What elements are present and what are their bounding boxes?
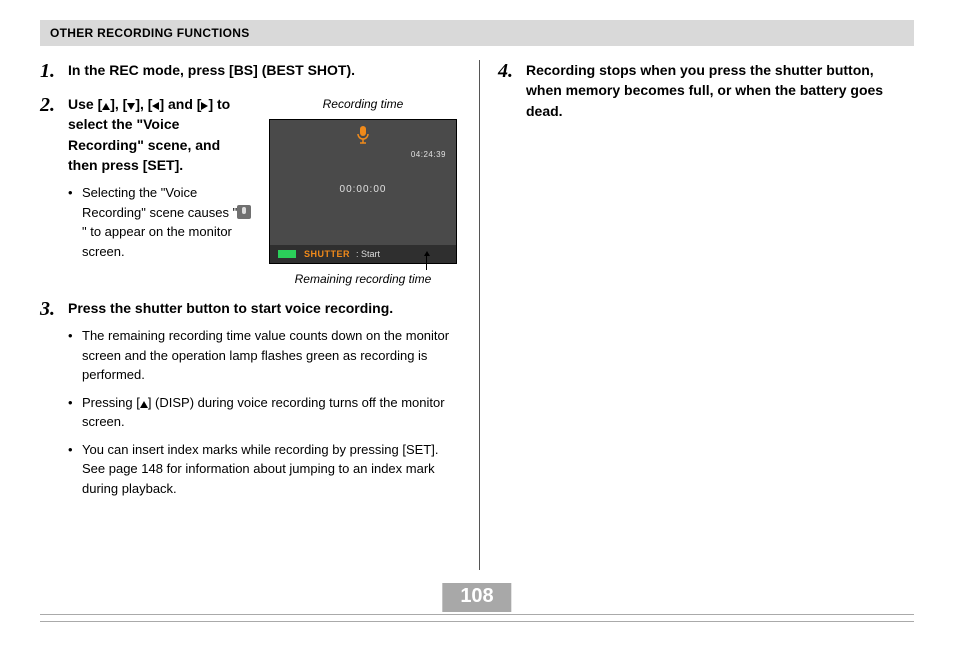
elapsed-time: 00:00:00 xyxy=(340,184,387,195)
battery-icon xyxy=(278,250,296,258)
step-1: 1. In the REC mode, press [BS] (BEST SHO… xyxy=(40,60,461,82)
shutter-label: SHUTTER xyxy=(304,249,350,259)
step-text: Press the shutter button to start voice … xyxy=(68,298,461,318)
page-number: 108 xyxy=(442,583,511,612)
up-icon xyxy=(140,401,148,408)
lcd-screenshot: 04:24:39 00:00:00 SHUTTER : Start xyxy=(269,119,457,264)
bullet-item: • Selecting the "Voice Recording" scene … xyxy=(68,183,253,261)
step-3: 3. Press the shutter button to start voi… xyxy=(40,298,461,506)
bullet-item: •The remaining recording time value coun… xyxy=(68,326,461,385)
step-number: 4. xyxy=(498,60,526,121)
step-number: 1. xyxy=(40,60,68,82)
step-text: In the REC mode, press [BS] (BEST SHOT). xyxy=(68,60,461,80)
mic-icon xyxy=(356,126,370,144)
bullet-item: •You can insert index marks while record… xyxy=(68,440,461,499)
step-text: Use [], [], [] and [] to select the "Voi… xyxy=(68,94,253,175)
mic-inline-icon xyxy=(237,205,251,219)
page-footer: 108 xyxy=(40,614,914,622)
callout-leader-bottom xyxy=(426,256,427,270)
remaining-time: 04:24:39 xyxy=(411,150,446,159)
step-4: 4. Recording stops when you press the sh… xyxy=(498,60,910,121)
step-text: Recording stops when you press the shutt… xyxy=(526,60,910,121)
step-number: 3. xyxy=(40,298,68,506)
figure-label-top: Recording time xyxy=(265,97,461,111)
start-label: : Start xyxy=(356,249,380,259)
figure-label-bottom: Remaining recording time xyxy=(265,272,461,286)
section-header-text: OTHER RECORDING FUNCTIONS xyxy=(50,26,250,40)
step-number: 2. xyxy=(40,94,68,286)
step-2: 2. Use [], [], [] and [] to select the "… xyxy=(40,94,461,286)
section-header: OTHER RECORDING FUNCTIONS xyxy=(40,20,914,46)
bullet-item: •Pressing [] (DISP) during voice recordi… xyxy=(68,393,461,432)
